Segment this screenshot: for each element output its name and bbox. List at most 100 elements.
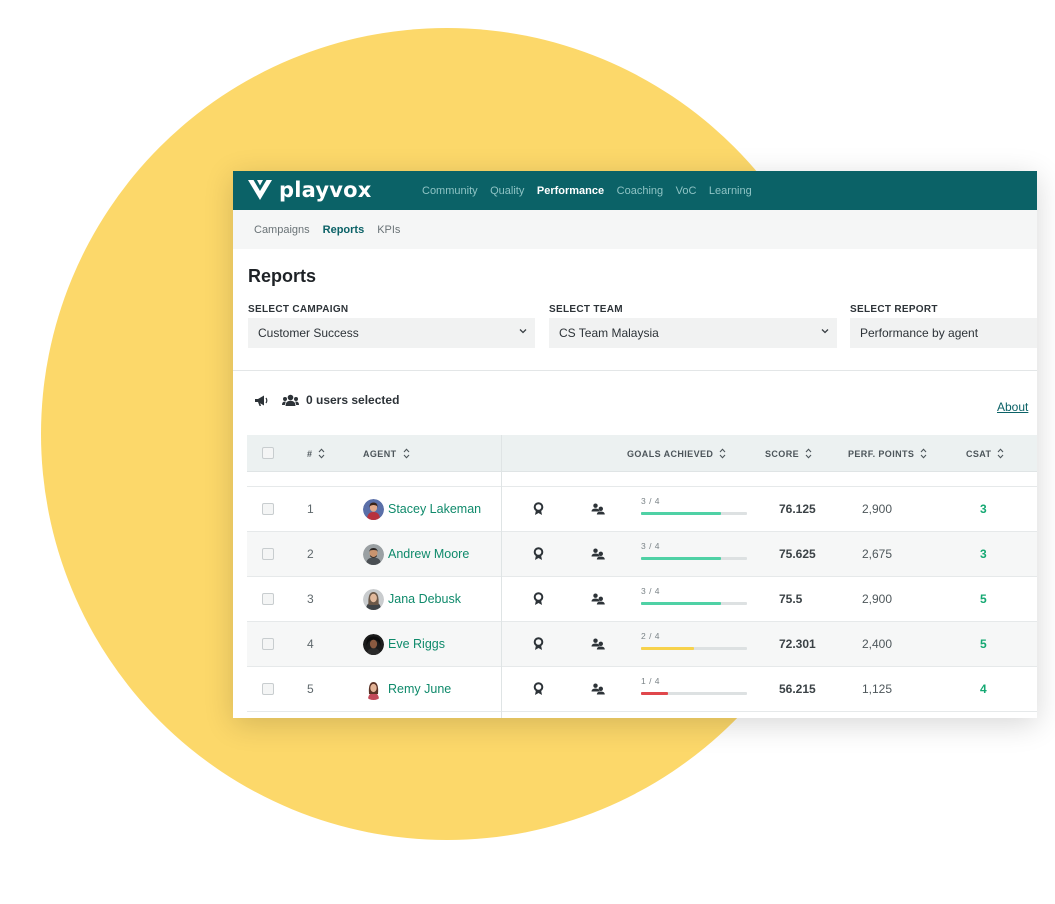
row-number: 2 xyxy=(307,547,314,561)
goals-achieved-value: 3 / 4 xyxy=(641,496,661,506)
perf-points-value: 1,125 xyxy=(862,682,893,696)
avatar xyxy=(363,589,384,610)
goals-progress-fill xyxy=(641,647,694,650)
agent-name-link[interactable]: Andrew Moore xyxy=(388,547,469,561)
team-filter-label: SELECT TEAM xyxy=(549,304,623,315)
goals-achieved-value: 3 / 4 xyxy=(641,586,661,596)
nav-item-learning[interactable]: Learning xyxy=(709,185,752,197)
agent-name-link[interactable]: Eve Riggs xyxy=(388,637,445,651)
subnav-item-reports[interactable]: Reports xyxy=(323,224,365,236)
table-row[interactable]: 4 Eve Riggs 2 / 4 72.301 2,400 5 xyxy=(247,622,1037,667)
csat-value: 5 xyxy=(980,592,987,606)
nav-item-voc[interactable]: VoC xyxy=(676,185,697,197)
perf-points-value: 2,900 xyxy=(862,502,893,516)
about-link[interactable]: About xyxy=(997,400,1028,414)
nav-item-community[interactable]: Community xyxy=(422,185,478,197)
row-checkbox[interactable] xyxy=(262,683,274,695)
row-checkbox[interactable] xyxy=(262,593,274,605)
goals-progress-bar xyxy=(641,647,747,650)
award-badge-icon[interactable] xyxy=(533,592,544,606)
column-header-perf-points-label: PERF. POINTS xyxy=(848,448,915,459)
report-select-value: Performance by agent xyxy=(860,326,979,340)
campaign-filter-label: SELECT CAMPAIGN xyxy=(248,304,349,315)
chevron-down-icon xyxy=(519,329,527,334)
page-title: Reports xyxy=(248,266,317,286)
award-badge-icon[interactable] xyxy=(533,682,544,696)
table-row[interactable]: 2 Andrew Moore 3 / 4 75.625 2,675 3 xyxy=(247,532,1037,577)
perf-points-value: 2,675 xyxy=(862,547,893,561)
subnav-item-campaigns[interactable]: Campaigns xyxy=(254,224,310,236)
goals-progress-fill xyxy=(641,557,721,560)
brand-name: playvox xyxy=(279,178,372,202)
goals-achieved-value: 1 / 4 xyxy=(641,676,661,686)
megaphone-icon[interactable] xyxy=(254,394,269,407)
score-value: 76.125 xyxy=(779,502,816,516)
column-header-agent[interactable]: AGENT xyxy=(363,448,410,459)
subnav-item-kpis[interactable]: KPIs xyxy=(377,224,400,236)
chevron-down-icon xyxy=(821,329,829,334)
goals-progress-bar xyxy=(641,557,747,560)
team-select[interactable]: CS Team Malaysia xyxy=(549,318,837,348)
sort-arrows-icon xyxy=(805,448,812,459)
score-value: 75.5 xyxy=(779,592,803,606)
avatar xyxy=(363,679,384,700)
row-checkbox[interactable] xyxy=(262,638,274,650)
score-value: 75.625 xyxy=(779,547,816,561)
award-badge-icon[interactable] xyxy=(533,547,544,561)
row-checkbox[interactable] xyxy=(262,503,274,515)
column-header-number-label: # xyxy=(307,448,313,459)
row-checkbox[interactable] xyxy=(262,548,274,560)
selection-toolbar: 0 users selected xyxy=(254,393,399,407)
sort-arrows-icon xyxy=(319,448,325,459)
nav-item-coaching[interactable]: Coaching xyxy=(617,185,663,197)
nav-item-performance[interactable]: Performance xyxy=(537,185,604,197)
perf-points-value: 2,900 xyxy=(862,592,893,606)
column-header-number[interactable]: # xyxy=(307,448,325,459)
perf-points-value: 2,400 xyxy=(862,637,893,651)
brand-logo[interactable]: playvox xyxy=(247,176,372,204)
column-header-csat[interactable]: CSAT xyxy=(966,448,1004,459)
team-icon[interactable] xyxy=(591,638,605,650)
sub-navigation: Campaigns Reports KPIs xyxy=(233,210,1037,249)
goals-achieved-value: 3 / 4 xyxy=(641,541,661,551)
team-icon[interactable] xyxy=(591,548,605,560)
csat-value: 3 xyxy=(980,502,987,516)
team-icon[interactable] xyxy=(591,503,605,515)
nav-item-quality[interactable]: Quality xyxy=(490,185,524,197)
agent-name-link[interactable]: Remy June xyxy=(388,682,451,696)
team-icon[interactable] xyxy=(591,683,605,695)
section-divider xyxy=(233,370,1037,371)
report-select[interactable]: Performance by agent xyxy=(850,318,1037,348)
campaign-select[interactable]: Customer Success xyxy=(248,318,535,348)
team-select-value: CS Team Malaysia xyxy=(559,326,659,340)
score-value: 72.301 xyxy=(779,637,816,651)
sort-arrows-icon xyxy=(719,448,726,459)
table-row[interactable]: 5 Remy June 1 / 4 56.215 1,125 4 xyxy=(247,667,1037,712)
report-filter-label: SELECT REPORT xyxy=(850,304,938,315)
playvox-v-logo-icon xyxy=(248,180,272,200)
agent-name-link[interactable]: Jana Debusk xyxy=(388,592,461,606)
row-number: 1 xyxy=(307,502,314,516)
table-spacer xyxy=(247,472,1037,487)
table-row[interactable]: 3 Jana Debusk 3 / 4 75.5 2,900 5 xyxy=(247,577,1037,622)
column-header-score-label: SCORE xyxy=(765,448,800,459)
campaign-select-value: Customer Success xyxy=(258,326,359,340)
column-header-goals-label: GOALS ACHIEVED xyxy=(627,448,714,459)
award-badge-icon[interactable] xyxy=(533,637,544,651)
top-navigation-bar: playvox Community Quality Performance Co… xyxy=(233,171,1037,210)
avatar xyxy=(363,544,384,565)
team-icon[interactable] xyxy=(591,593,605,605)
select-all-checkbox[interactable] xyxy=(262,447,274,459)
award-badge-icon[interactable] xyxy=(533,502,544,516)
main-nav: Community Quality Performance Coaching V… xyxy=(422,171,764,210)
column-header-goals[interactable]: GOALS ACHIEVED xyxy=(627,448,726,459)
sort-arrows-icon xyxy=(403,448,409,459)
agent-name-link[interactable]: Stacey Lakeman xyxy=(388,502,481,516)
column-header-csat-label: CSAT xyxy=(966,448,992,459)
csat-value: 5 xyxy=(980,637,987,651)
column-header-score[interactable]: SCORE xyxy=(765,448,812,459)
table-row[interactable]: 1 Stacey Lakeman 3 / 4 76.125 2,900 3 xyxy=(247,487,1037,532)
score-value: 56.215 xyxy=(779,682,816,696)
column-header-perf-points[interactable]: PERF. POINTS xyxy=(848,448,927,459)
avatar xyxy=(363,499,384,520)
